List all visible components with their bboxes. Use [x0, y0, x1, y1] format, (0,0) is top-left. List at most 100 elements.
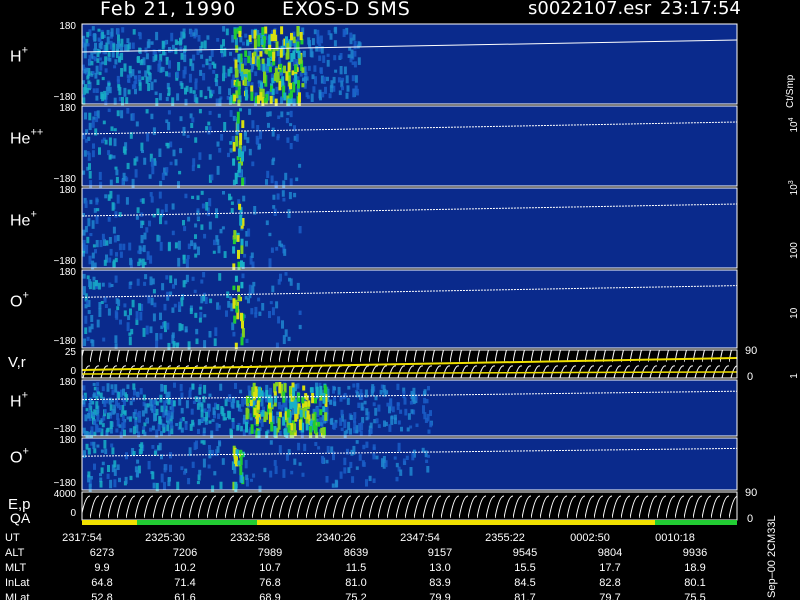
spectrogram-cell [86, 31, 90, 38]
spectrogram-cell [82, 395, 86, 399]
spectrogram-cell [118, 243, 122, 251]
spectrogram-cell [208, 221, 212, 230]
spectrogram-cell [283, 92, 287, 101]
spectrogram-cell [222, 73, 225, 82]
ephemeris-value: 0010:18 [655, 532, 695, 544]
spectrogram-cell [345, 75, 349, 84]
spectrogram-cell [240, 71, 244, 77]
spectrogram-cell [275, 301, 279, 309]
right-axis-top-ep: 90 [745, 487, 757, 499]
spectrogram-cell [175, 423, 179, 427]
spectrogram-cell [106, 29, 110, 36]
spectrogram-cell [184, 87, 187, 95]
spectrogram-cell [305, 92, 309, 98]
spectrogram-cell [217, 113, 221, 118]
spectrogram-cell [178, 323, 182, 332]
spectrogram-cell [322, 76, 326, 85]
spectrogram-cell [254, 306, 258, 314]
spectrogram-cell [208, 445, 211, 450]
spectrogram-cell [136, 470, 139, 478]
panel-oplus-bottom: O+ 180 −180 [10, 435, 738, 494]
spectrogram-cell [270, 175, 274, 184]
spectrogram-cell [233, 28, 237, 40]
colorbar-label: 10 [789, 307, 800, 319]
spectrogram-cell [207, 403, 210, 409]
spectrogram-cell [119, 319, 122, 325]
spectrogram-cell [240, 238, 244, 246]
spectrogram-cell [317, 446, 321, 450]
spectrogram-cell [82, 427, 86, 434]
spectrogram-cell [196, 216, 200, 220]
spectrogram-cell [329, 399, 333, 405]
spectrogram-cell [268, 232, 272, 237]
spectrogram-cell [406, 427, 410, 432]
spectrogram-cell [236, 425, 240, 431]
spectrogram-cell [306, 410, 310, 420]
spectrogram-cell [303, 443, 307, 452]
spectrogram-cell [92, 392, 96, 398]
spectrogram-cell [170, 32, 174, 42]
spectrogram-cell [131, 299, 135, 308]
spectrogram-cell [266, 170, 270, 179]
spectrogram-cell [260, 390, 264, 397]
spectrogram-cell [268, 402, 271, 409]
spectrogram-cell [194, 312, 198, 318]
spectrogram-cell [190, 240, 194, 247]
spectrogram-cell [82, 399, 86, 405]
spectrogram-cell [217, 413, 221, 420]
spectrogram-cell [299, 72, 303, 77]
spectrogram-cell [88, 483, 92, 493]
ephemeris-value: 2355:22 [485, 532, 525, 544]
spectrogram-cell [84, 414, 88, 422]
spectrogram-cell [164, 464, 168, 471]
spectrogram-cell [113, 479, 117, 488]
ephemeris-value: 81.7 [514, 592, 535, 600]
ephemeris-row-label: InLat [5, 577, 29, 589]
spectrogram-cell [108, 257, 112, 263]
spectrogram-cell [136, 278, 140, 286]
spectrogram-cell [87, 447, 91, 455]
spectrogram-cell [179, 46, 183, 52]
spectrogram-cell [190, 408, 194, 415]
spectrogram-cell [137, 250, 141, 254]
spectrogram-cell [147, 83, 151, 92]
spectrogram-cell [158, 191, 162, 199]
spectrogram-cell [208, 331, 212, 338]
spectrogram-cell [429, 410, 432, 417]
spectrogram-cell [165, 71, 169, 77]
spectrogram-cell [115, 176, 119, 184]
spectrogram-cell [260, 398, 264, 407]
spectrogram-cell [151, 425, 155, 431]
spectrogram-cell [138, 47, 142, 53]
spectrogram-cell [346, 85, 350, 92]
spectrogram-cell [273, 460, 277, 466]
spectrogram-cell [341, 86, 344, 91]
spectrogram-cell [158, 442, 162, 451]
spectrogram-cell [244, 459, 248, 469]
spectrogram-cell [221, 458, 225, 465]
spectrogram-cell [108, 86, 112, 94]
spectrogram-cell [92, 441, 96, 450]
spectrogram-cell [249, 399, 253, 407]
spectrogram-cell [290, 470, 294, 475]
spectrogram-cell [116, 235, 120, 242]
spectrogram-cell [311, 38, 315, 46]
spectrogram-cell [309, 426, 312, 433]
spectrogram-cell [153, 160, 157, 166]
spectrogram-cell [297, 442, 301, 451]
spectrogram-cell [229, 141, 233, 145]
spectrogram-cell [115, 428, 119, 433]
spectrogram-cell [325, 476, 329, 483]
spectrogram-cell [224, 417, 227, 421]
spectrogram-cell [150, 297, 154, 306]
spectrogram-cell [294, 64, 298, 73]
spectrogram-cell [286, 137, 290, 143]
spectrogram-cell [365, 479, 368, 487]
spectrogram-cell [271, 127, 275, 137]
spectrogram-cell [110, 443, 114, 448]
spectrogram-cell [172, 400, 176, 407]
spectrogram-cell [196, 195, 200, 200]
spectrogram-cell [143, 232, 147, 240]
spectrogram-cell [281, 190, 285, 197]
ephemeris-value: 9804 [598, 547, 622, 559]
